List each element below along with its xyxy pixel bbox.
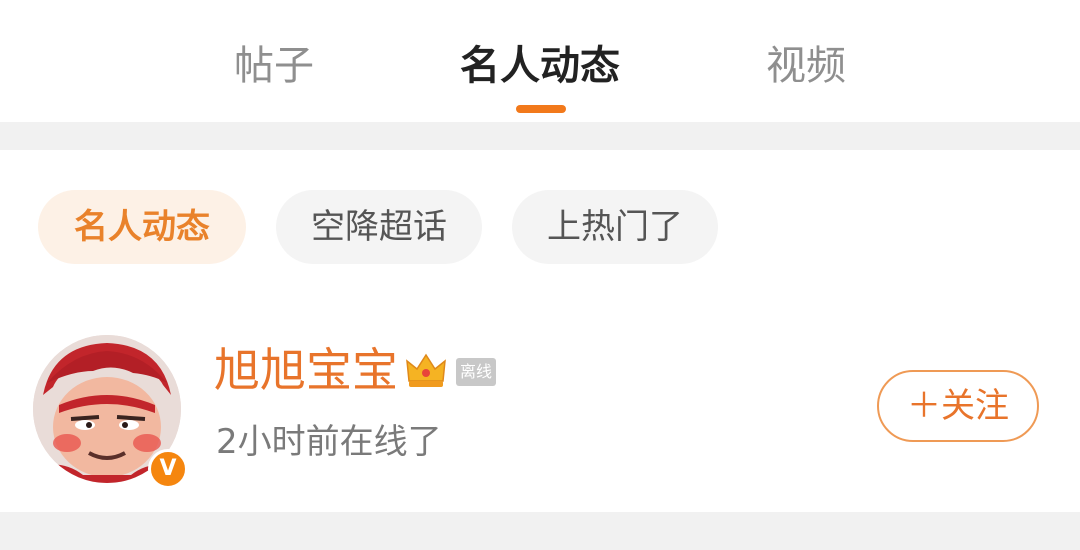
tab-celebrity-news[interactable]: 名人动态 <box>460 38 620 94</box>
username[interactable]: 旭旭宝宝 <box>214 340 398 400</box>
section-divider <box>0 122 1080 150</box>
section-divider-bottom <box>0 512 1080 550</box>
filter-chip-airdrop-topic[interactable]: 空降超话 <box>276 190 482 264</box>
tab-posts[interactable]: 帖子 <box>234 38 314 94</box>
filter-chip-celebrity-news[interactable]: 名人动态 <box>38 190 246 264</box>
verified-badge: V <box>148 449 188 489</box>
online-status: 2小时前在线了 <box>216 422 442 462</box>
tab-videos[interactable]: 视频 <box>766 38 846 94</box>
crown-icon <box>406 353 446 387</box>
active-tab-indicator <box>516 105 566 113</box>
top-tab-bar: 帖子 名人动态 视频 <box>0 0 1080 122</box>
offline-badge: 离线 <box>456 358 496 386</box>
follow-button[interactable]: ＋关注 <box>877 370 1039 442</box>
filter-chip-trending[interactable]: 上热门了 <box>512 190 718 264</box>
